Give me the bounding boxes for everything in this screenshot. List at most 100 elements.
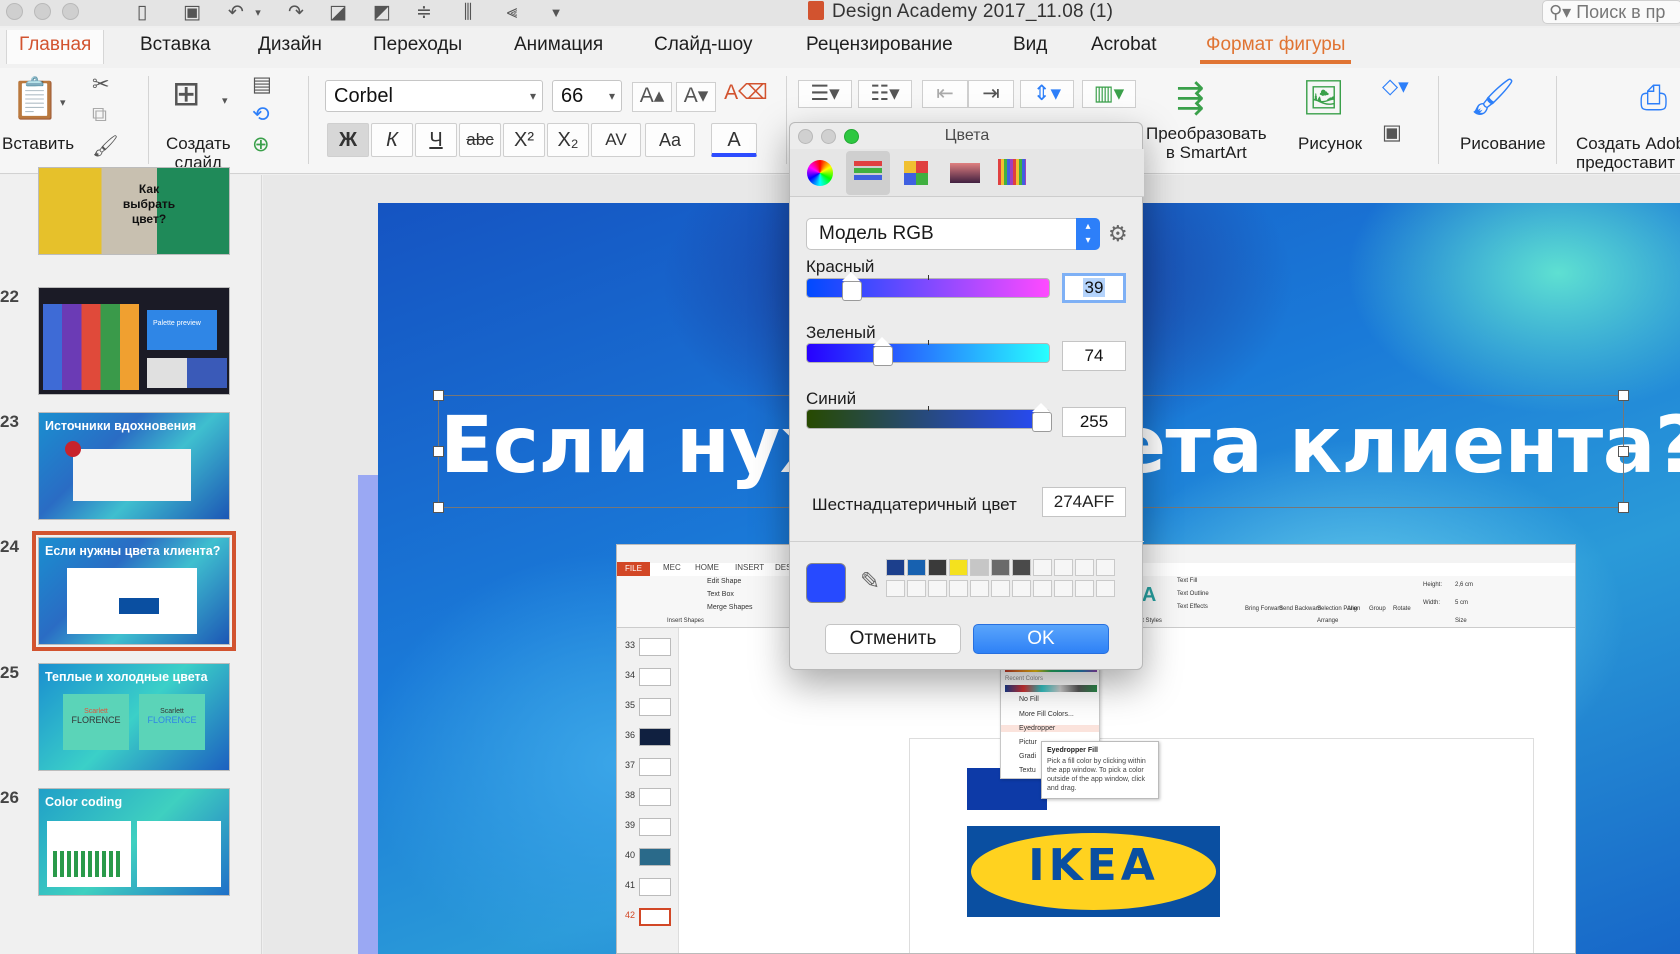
- hex-value-field[interactable]: 274AFF: [1042, 487, 1126, 517]
- color-swatch[interactable]: [1012, 580, 1031, 597]
- smartart-icon[interactable]: ⇶: [1176, 78, 1205, 118]
- red-slider[interactable]: [806, 272, 1050, 298]
- adobe-pdf-icon[interactable]: ⎙: [1640, 78, 1667, 118]
- color-swatch[interactable]: [1033, 580, 1052, 597]
- shapes-icon[interactable]: ◇▾: [1382, 74, 1409, 100]
- eyedropper-icon[interactable]: ✎: [860, 567, 880, 596]
- pencils-mode-button[interactable]: [990, 151, 1034, 195]
- cancel-button[interactable]: Отменить: [825, 624, 961, 654]
- color-swatch[interactable]: [1096, 559, 1115, 576]
- search-input[interactable]: ⚲▾ Поиск в пр: [1542, 0, 1680, 24]
- decrease-indent-icon[interactable]: ⇤: [922, 80, 968, 108]
- resize-handle[interactable]: [1618, 446, 1629, 457]
- italic-button[interactable]: К: [371, 123, 413, 157]
- format-painter-icon[interactable]: 🖌: [92, 134, 119, 160]
- tab-review[interactable]: Рецензирование: [806, 34, 953, 56]
- customize-toolbar-icon[interactable]: ▼: [544, 2, 568, 24]
- color-wheel-mode-button[interactable]: [798, 151, 842, 195]
- color-swatch[interactable]: [928, 580, 947, 597]
- image-palettes-mode-button[interactable]: [942, 151, 986, 195]
- tab-animation[interactable]: Анимация: [514, 34, 603, 56]
- color-swatch[interactable]: [949, 580, 968, 597]
- underline-button[interactable]: Ч: [415, 123, 457, 157]
- slide-thumbnail[interactable]: Источники вдохновения: [38, 412, 230, 520]
- color-swatch[interactable]: [949, 559, 968, 576]
- increase-indent-icon[interactable]: ⇥: [968, 80, 1014, 108]
- sidebar-toggle-icon[interactable]: ▯: [130, 2, 154, 24]
- color-swatch[interactable]: [970, 580, 989, 597]
- tab-shape-format[interactable]: Формат фигуры: [1199, 34, 1352, 64]
- slide-thumbnails-panel[interactable]: Как выбрать цвет? 22 Palette preview 23 …: [0, 167, 262, 954]
- slide-thumbnail-selected[interactable]: Если нужны цвета клиента?: [32, 531, 236, 651]
- color-swatch[interactable]: [907, 580, 926, 597]
- tab-slideshow[interactable]: Слайд-шоу: [654, 34, 753, 56]
- color-swatch[interactable]: [1096, 580, 1115, 597]
- slide-thumbnail[interactable]: Palette preview: [38, 287, 230, 395]
- resize-handle[interactable]: [433, 390, 444, 401]
- color-swatch[interactable]: [1054, 580, 1073, 597]
- cut-icon[interactable]: ✂: [92, 72, 110, 98]
- tab-view[interactable]: Вид: [1013, 34, 1047, 56]
- drawing-icon[interactable]: 🖌: [1470, 76, 1516, 118]
- green-slider[interactable]: [806, 337, 1050, 363]
- subscript-button[interactable]: X₂: [547, 123, 589, 157]
- resize-handle[interactable]: [433, 446, 444, 457]
- reset-icon[interactable]: ⟲: [252, 102, 270, 128]
- color-model-select[interactable]: Модель RGB ▴ ▾: [806, 218, 1100, 250]
- tab-acrobat[interactable]: Acrobat: [1091, 34, 1156, 56]
- drawing-label[interactable]: Рисование: [1460, 134, 1546, 153]
- new-slide-dropdown-icon[interactable]: ▾: [222, 88, 228, 114]
- color-swatch[interactable]: [1075, 580, 1094, 597]
- tab-design[interactable]: Дизайн: [258, 34, 322, 56]
- tab-insert[interactable]: Вставка: [140, 34, 211, 56]
- resize-handle[interactable]: [433, 502, 444, 513]
- close-window-button[interactable]: [6, 3, 23, 20]
- blue-slider[interactable]: [806, 403, 1050, 429]
- green-value-field[interactable]: 74: [1062, 341, 1126, 371]
- color-swatch[interactable]: [1054, 559, 1073, 576]
- strikethrough-button[interactable]: abc: [459, 123, 501, 157]
- blue-value-field[interactable]: 255: [1062, 407, 1126, 437]
- color-palettes-mode-button[interactable]: [894, 151, 938, 195]
- font-size-select[interactable]: 66 ▾: [552, 80, 622, 112]
- paste-dropdown-icon[interactable]: ▾: [60, 90, 66, 116]
- slide-thumbnail[interactable]: Как выбрать цвет?: [38, 167, 230, 255]
- text-box-icon[interactable]: ▣: [1382, 120, 1402, 146]
- color-swatch[interactable]: [1012, 559, 1031, 576]
- color-swatch[interactable]: [991, 559, 1010, 576]
- bold-button[interactable]: Ж: [327, 123, 369, 157]
- zoom-window-button[interactable]: [62, 3, 79, 20]
- change-case-button[interactable]: Aa: [645, 123, 695, 157]
- columns-icon[interactable]: ▥▾: [1082, 80, 1136, 108]
- color-swatch[interactable]: [970, 559, 989, 576]
- color-swatch[interactable]: [991, 580, 1010, 597]
- font-name-select[interactable]: Corbel ▾: [325, 80, 543, 112]
- resize-handle[interactable]: [1618, 390, 1629, 401]
- numbering-icon[interactable]: ☷▾: [858, 80, 912, 108]
- picture-icon[interactable]: 🖼: [1302, 78, 1345, 118]
- distribute-icon[interactable]: ⫼: [456, 2, 480, 24]
- new-slide-icon[interactable]: ⊞: [172, 74, 201, 114]
- adobe-create-label[interactable]: Создать Adob предоставит: [1576, 134, 1680, 172]
- line-spacing-icon[interactable]: ⇕▾: [1020, 80, 1074, 108]
- paste-label[interactable]: Вставить: [2, 134, 74, 153]
- slide-thumbnail[interactable]: Color coding: [38, 788, 230, 896]
- color-swatch[interactable]: [886, 559, 905, 576]
- shrink-font-icon[interactable]: A▾: [676, 82, 716, 112]
- tab-home[interactable]: Главная: [6, 30, 105, 64]
- undo-icon[interactable]: ↶: [224, 2, 248, 24]
- gear-icon[interactable]: ⚙: [1108, 221, 1128, 247]
- superscript-button[interactable]: X²: [503, 123, 545, 157]
- align-center-icon[interactable]: ≑: [412, 2, 436, 24]
- color-swatch[interactable]: [1075, 559, 1094, 576]
- tab-transitions[interactable]: Переходы: [373, 34, 462, 56]
- color-swatch[interactable]: [886, 580, 905, 597]
- color-swatch[interactable]: [907, 559, 926, 576]
- resize-handle[interactable]: [1618, 502, 1629, 513]
- group-shapes-icon[interactable]: ◪: [326, 2, 350, 24]
- section-icon[interactable]: ⊕: [252, 132, 270, 158]
- character-spacing-button[interactable]: AV: [591, 123, 641, 157]
- undo-dropdown-icon[interactable]: ▾: [246, 2, 270, 24]
- align-left-icon[interactable]: ⫷: [500, 2, 524, 24]
- minimize-window-button[interactable]: [34, 3, 51, 20]
